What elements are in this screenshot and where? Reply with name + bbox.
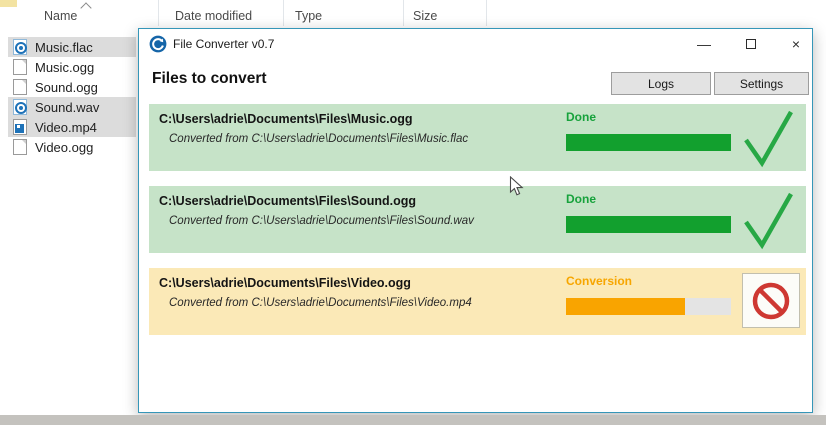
progress-bar (566, 216, 731, 233)
video-file-icon (13, 119, 27, 135)
progress-fill (566, 134, 731, 151)
file-name: Music.flac (35, 39, 93, 55)
output-path: C:\Users\adrie\Documents\Files\Sound.ogg (159, 194, 416, 208)
prohibition-icon (752, 282, 790, 319)
done-checkmark-icon (744, 192, 793, 250)
converted-from-note: Converted from C:\Users\adrie\Documents\… (169, 133, 469, 145)
media-file-icon (13, 39, 27, 55)
page-title: Files to convert (152, 70, 267, 87)
conversion-card: C:\Users\adrie\Documents\Files\Sound.ogg… (149, 186, 806, 253)
column-header-type[interactable]: Type (295, 9, 322, 23)
file-row[interactable]: Sound.ogg (8, 77, 136, 97)
progress-fill (566, 216, 731, 233)
file-converter-window: File Converter v0.7 — × Files to convert… (138, 28, 813, 413)
generic-file-icon (13, 59, 27, 75)
file-name: Sound.ogg (35, 79, 98, 95)
file-name: Video.ogg (35, 139, 94, 155)
file-name: Sound.wav (35, 99, 100, 115)
conversion-card: C:\Users\adrie\Documents\Files\Video.ogg… (149, 268, 806, 335)
column-separator[interactable] (403, 0, 404, 26)
generic-file-icon (13, 139, 27, 155)
output-path: C:\Users\adrie\Documents\Files\Video.ogg (159, 276, 411, 290)
screen: Name Date modified Type Size Music.flac … (0, 0, 826, 425)
sort-ascending-icon (80, 2, 92, 14)
cancel-conversion-button[interactable] (742, 273, 800, 328)
column-separator[interactable] (486, 0, 487, 26)
file-list: Music.flac Music.ogg Sound.ogg Sound.wav… (8, 37, 136, 157)
mouse-cursor (509, 176, 524, 196)
file-row[interactable]: Sound.wav (8, 97, 136, 117)
column-header-date-modified[interactable]: Date modified (175, 9, 252, 23)
maximize-button[interactable] (732, 31, 770, 57)
column-header-size[interactable]: Size (413, 9, 437, 23)
conversion-list: C:\Users\adrie\Documents\Files\Music.ogg… (149, 104, 806, 350)
done-checkmark-icon (744, 110, 793, 168)
minimize-button[interactable]: — (685, 31, 723, 57)
file-converter-app-icon (149, 35, 167, 53)
output-path: C:\Users\adrie\Documents\Files\Music.ogg (159, 112, 413, 126)
converted-from-note: Converted from C:\Users\adrie\Documents\… (169, 297, 472, 309)
column-separator[interactable] (158, 0, 159, 26)
window-title: File Converter v0.7 (173, 37, 275, 51)
status-label: Done (566, 110, 596, 124)
file-row[interactable]: Music.ogg (8, 57, 136, 77)
progress-bar (566, 298, 731, 315)
file-name: Music.ogg (35, 59, 95, 75)
logs-button[interactable]: Logs (611, 72, 711, 95)
file-row[interactable]: Music.flac (8, 37, 136, 57)
file-row[interactable]: Video.mp4 (8, 117, 136, 137)
maximize-icon (746, 39, 756, 49)
desktop-edge (0, 415, 826, 425)
explorer-column-header: Name Date modified Type Size (0, 0, 560, 28)
column-separator[interactable] (283, 0, 284, 26)
media-file-icon (13, 99, 27, 115)
status-label: Done (566, 192, 596, 206)
progress-bar (566, 134, 731, 151)
generic-file-icon (13, 79, 27, 95)
title-bar[interactable]: File Converter v0.7 — × (139, 29, 812, 59)
conversion-card: C:\Users\adrie\Documents\Files\Music.ogg… (149, 104, 806, 171)
converted-from-note: Converted from C:\Users\adrie\Documents\… (169, 215, 474, 227)
file-name: Video.mp4 (35, 119, 97, 135)
progress-fill (566, 298, 685, 315)
status-label: Conversion (566, 274, 633, 288)
column-header-name[interactable]: Name (44, 9, 77, 23)
file-row[interactable]: Video.ogg (8, 137, 136, 157)
close-button[interactable]: × (777, 31, 815, 57)
settings-button[interactable]: Settings (714, 72, 809, 95)
